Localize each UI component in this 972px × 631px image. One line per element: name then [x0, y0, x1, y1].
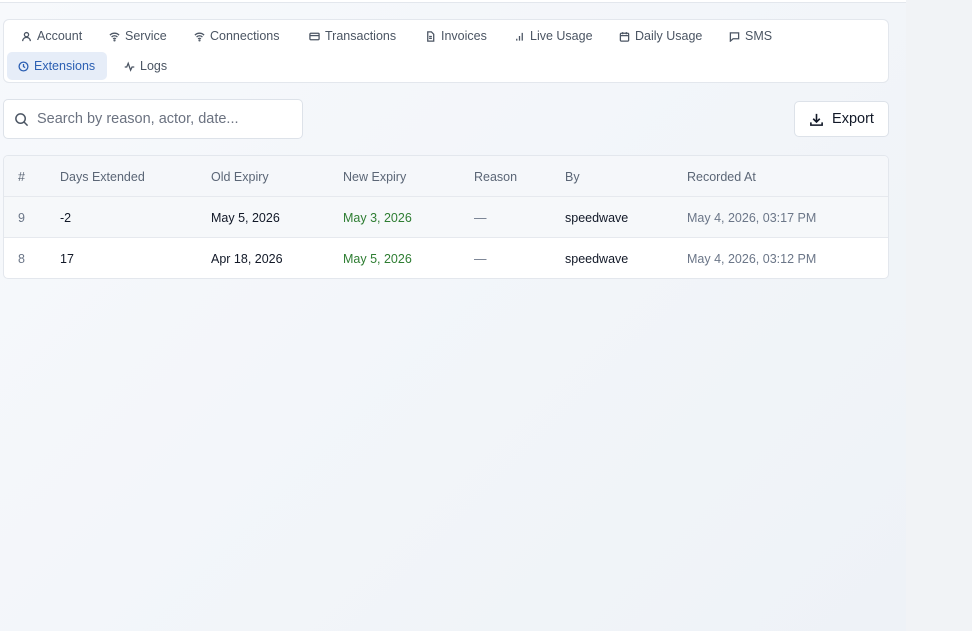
- days-extended: 17: [60, 251, 74, 266]
- right-panel: [906, 0, 972, 631]
- tab-logs[interactable]: Logs: [116, 52, 175, 80]
- tab-label: Connections: [210, 29, 280, 43]
- activity-icon: [124, 60, 135, 72]
- recorded-by: speedwave: [565, 210, 629, 225]
- reason: —: [474, 210, 487, 225]
- tab-daily-usage[interactable]: Daily Usage: [611, 22, 710, 50]
- column-header: Old Expiry: [211, 169, 269, 184]
- column-header: #: [18, 169, 25, 184]
- old-expiry: May 5, 2026: [211, 210, 280, 225]
- search-icon: [15, 112, 29, 126]
- recorded-by: speedwave: [565, 251, 629, 266]
- clock-icon: [18, 60, 29, 72]
- calendar-icon: [619, 31, 630, 42]
- export-button[interactable]: Export: [794, 101, 889, 137]
- tab-service[interactable]: Service: [101, 22, 175, 50]
- tab-extensions[interactable]: Extensions: [7, 52, 108, 80]
- reason: —: [474, 251, 487, 266]
- tab-label: Account: [37, 29, 83, 43]
- user-icon: [22, 31, 31, 41]
- tab-bar: Account Service Connections Transactions…: [3, 19, 889, 83]
- column-header: Recorded At: [687, 169, 756, 184]
- download-icon: [810, 113, 823, 126]
- table-header: # Days Extended Old Expiry New Expiry Re…: [4, 156, 888, 197]
- table-row: 9 -2 May 5, 2026 May 3, 2026 — speedwave…: [4, 197, 888, 238]
- search-input[interactable]: [37, 111, 287, 127]
- tab-label: Daily Usage: [635, 29, 703, 43]
- column-header: By: [565, 169, 580, 184]
- export-label: Export: [832, 111, 874, 127]
- tab-label: SMS: [745, 29, 773, 43]
- message-icon: [729, 31, 740, 42]
- wifi-icon: [109, 32, 120, 41]
- tab-sms[interactable]: SMS: [721, 22, 780, 50]
- top-bar: [0, 0, 906, 3]
- row-id: 8: [18, 251, 25, 266]
- tab-label: Extensions: [34, 59, 96, 73]
- tab-transactions[interactable]: Transactions: [301, 22, 404, 50]
- column-header: Days Extended: [60, 169, 145, 184]
- tab-label: Transactions: [325, 29, 397, 43]
- old-expiry: Apr 18, 2026: [211, 251, 283, 266]
- recorded-at: May 4, 2026, 03:12 PM: [687, 251, 817, 266]
- search-field: [3, 99, 303, 139]
- tab-label: Live Usage: [530, 29, 593, 43]
- credit-card-icon: [309, 32, 320, 40]
- recorded-at: May 4, 2026, 03:17 PM: [687, 210, 817, 225]
- wifi-icon: [194, 32, 205, 41]
- column-header: New Expiry: [343, 169, 407, 184]
- tab-invoices[interactable]: Invoices: [417, 22, 495, 50]
- tab-label: Service: [125, 29, 167, 43]
- bar-chart-icon: [516, 32, 523, 41]
- tab-label: Logs: [140, 59, 168, 73]
- column-header: Reason: [474, 169, 518, 184]
- extensions-table: # Days Extended Old Expiry New Expiry Re…: [3, 155, 889, 279]
- days-extended: -2: [60, 210, 72, 225]
- tab-live-usage[interactable]: Live Usage: [506, 22, 601, 50]
- new-expiry: May 5, 2026: [343, 251, 412, 266]
- tab-connections[interactable]: Connections: [186, 22, 288, 50]
- new-expiry: May 3, 2026: [343, 210, 412, 225]
- row-id: 9: [18, 210, 25, 225]
- tab-account[interactable]: Account: [13, 22, 90, 50]
- file-icon: [427, 30, 435, 42]
- tab-label: Invoices: [441, 29, 487, 43]
- main-background: [0, 0, 906, 631]
- table-row: 8 17 Apr 18, 2026 May 5, 2026 — speedwav…: [4, 238, 888, 278]
